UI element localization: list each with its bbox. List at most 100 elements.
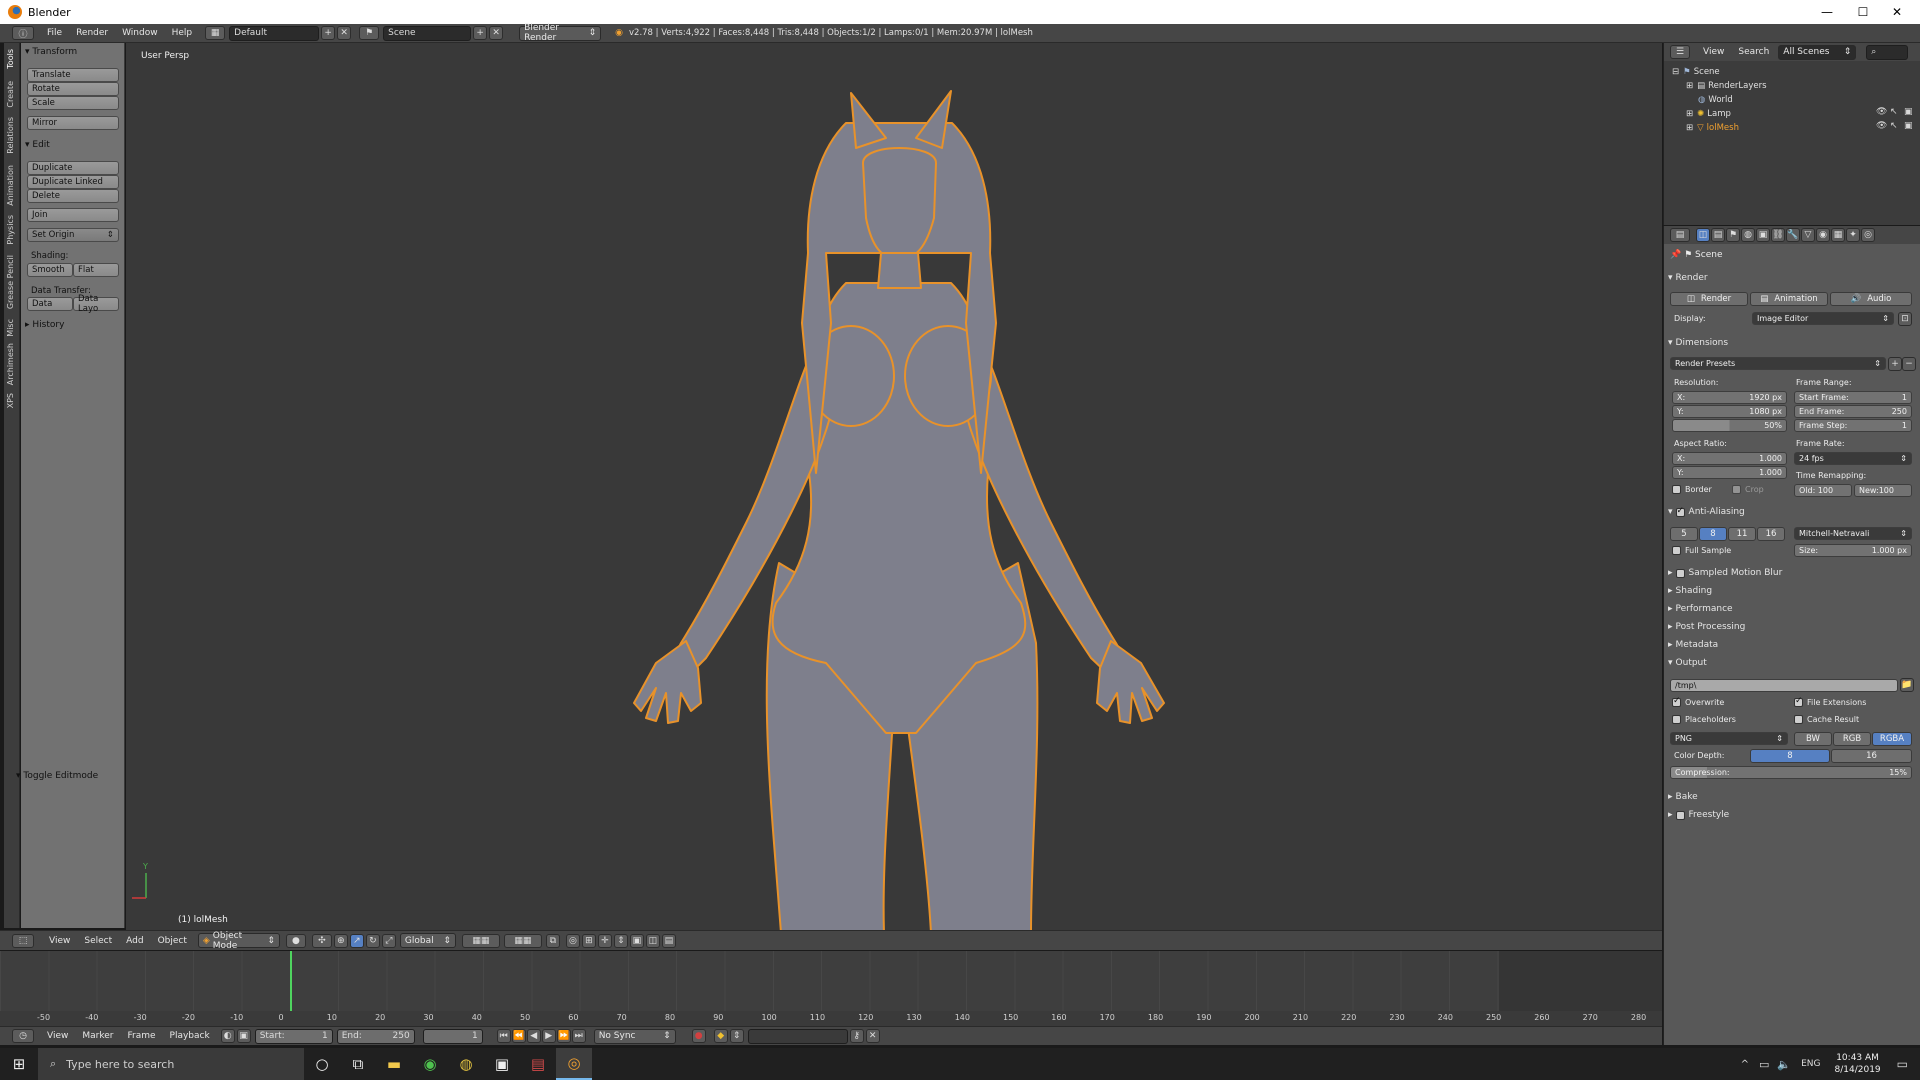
menu-render[interactable]: Render: [69, 28, 115, 38]
remove-preset-icon[interactable]: −: [1902, 357, 1916, 371]
anti-aliasing-panel-header[interactable]: ▾ Anti-Aliasing: [1668, 504, 1916, 520]
scale-manipulator-icon[interactable]: ⤢: [381, 933, 396, 948]
tab-xps[interactable]: XPS: [6, 393, 18, 408]
snap-toggle-icon[interactable]: ⇕: [613, 933, 628, 948]
output-panel-header[interactable]: ▾ Output: [1668, 655, 1916, 671]
render-camera-icon[interactable]: ◫: [645, 933, 660, 948]
bake-panel-header[interactable]: ▸ Bake: [1668, 789, 1916, 805]
frame-step-field[interactable]: Frame Step: 1: [1794, 419, 1912, 432]
output-path-field[interactable]: /tmp\: [1670, 679, 1898, 692]
join-button[interactable]: Join: [27, 208, 119, 222]
menu-window[interactable]: Window: [115, 28, 165, 38]
menu-help[interactable]: Help: [165, 28, 200, 38]
scene-field[interactable]: Scene: [383, 25, 472, 41]
aa-samples-5-button[interactable]: 5: [1670, 527, 1698, 541]
play-icon[interactable]: ▶: [541, 1029, 556, 1043]
render-tab-icon[interactable]: ◫: [1696, 228, 1710, 242]
start-frame-field[interactable]: Start Frame: 1: [1794, 391, 1912, 404]
keying-set-field[interactable]: [747, 1028, 848, 1044]
viewport-menu-select[interactable]: Select: [77, 936, 119, 946]
chrome-icon[interactable]: ◍: [448, 1048, 484, 1080]
aa-samples-16-button[interactable]: 16: [1757, 527, 1785, 541]
timeline-menu-frame[interactable]: Frame: [120, 1031, 162, 1041]
properties-editor-type-icon[interactable]: ▤: [1670, 228, 1690, 242]
crop-checkbox[interactable]: Crop: [1732, 485, 1764, 494]
resolution-y-field[interactable]: Y: 1080 px: [1672, 405, 1787, 418]
close-button[interactable]: ✕: [1874, 0, 1920, 24]
notification-icon[interactable]: ▭: [1897, 1057, 1908, 1071]
timeline-area[interactable]: -50 -40 -30 -20 -10 0 10 20 30 40 50 60 70 80 90 100 110…: [0, 951, 1662, 1026]
translate-button[interactable]: Translate: [27, 68, 119, 82]
color-mode-bw-button[interactable]: BW: [1794, 732, 1832, 746]
network-icon[interactable]: ▭: [1759, 1058, 1769, 1071]
edit-panel-header[interactable]: ▾ Edit: [25, 140, 50, 150]
transform-panel-header[interactable]: ▾ Transform: [25, 47, 77, 57]
scene-icon[interactable]: ⚑: [359, 26, 380, 40]
layers-grid-2-icon[interactable]: ▦▦: [503, 933, 542, 948]
duplicate-linked-button[interactable]: Duplicate Linked: [27, 175, 119, 189]
app-icon[interactable]: ▤: [520, 1048, 556, 1080]
green-app-icon[interactable]: ◉: [412, 1048, 448, 1080]
aa-filter-dropdown[interactable]: Mitchell-Netravali ⇕: [1794, 527, 1912, 540]
resolution-percentage-slider[interactable]: 50%: [1672, 419, 1787, 432]
object-mode-dropdown[interactable]: ◈ Object Mode ⇕: [197, 931, 280, 951]
preview-range-icon[interactable]: ◐: [220, 1029, 235, 1043]
frame-rate-dropdown[interactable]: 24 fps ⇕: [1794, 452, 1912, 465]
time-remap-new-field[interactable]: New:100: [1854, 484, 1912, 497]
render-button[interactable]: ◫ Render: [1670, 292, 1748, 306]
render-engine-dropdown[interactable]: Blender Render ⇕: [519, 23, 602, 43]
outliner-row-renderlayers[interactable]: ⊞ ▤ RenderLayers: [1686, 79, 1896, 93]
performance-panel-header[interactable]: ▸ Performance: [1668, 601, 1916, 617]
selectable-cursor-icon[interactable]: ↖: [1890, 121, 1898, 131]
record-icon[interactable]: ●: [691, 1029, 706, 1043]
motion-blur-checkbox[interactable]: [1675, 568, 1685, 578]
remove-layout-icon[interactable]: ✕: [337, 26, 352, 40]
render-anim-icon[interactable]: ▤: [661, 933, 676, 948]
display-dropdown[interactable]: Image Editor ⇕: [1752, 312, 1894, 325]
keying-set-icon[interactable]: ⇕: [729, 1029, 744, 1043]
color-depth-8-button[interactable]: 8: [1750, 749, 1830, 763]
render-panel-header[interactable]: ▾ Render: [1668, 270, 1916, 286]
3d-viewport[interactable]: User Persp Y (1) lolMesh: [126, 43, 1662, 930]
renderable-camera-icon[interactable]: ▣: [1904, 121, 1913, 131]
outliner-menu-view[interactable]: View: [1696, 47, 1731, 57]
opengl-render-icon[interactable]: ▣: [629, 933, 644, 948]
sync-dropdown[interactable]: No Sync ⇕: [593, 1028, 676, 1044]
current-frame-cursor[interactable]: [290, 951, 292, 1011]
render-presets-dropdown[interactable]: Render Presets ⇕: [1670, 357, 1886, 370]
screen-layout-icon[interactable]: ▦: [205, 26, 226, 40]
renderable-camera-icon[interactable]: ▣: [1904, 107, 1913, 117]
insert-key-icon[interactable]: ⚷: [849, 1029, 864, 1043]
screen-layout-field[interactable]: Default: [229, 25, 320, 41]
outliner-search-field[interactable]: ⌕: [1866, 44, 1909, 60]
flat-button[interactable]: Flat: [73, 263, 119, 277]
outliner-row-lolmesh[interactable]: ⊞ ▽ lolMesh: [1686, 121, 1896, 135]
tab-relations[interactable]: Relations: [6, 117, 18, 154]
toggle-editmode-panel[interactable]: ▾ Toggle Editmode: [16, 771, 98, 781]
metadata-panel-header[interactable]: ▸ Metadata: [1668, 637, 1916, 653]
lolmesh-model[interactable]: [633, 90, 1165, 930]
add-layout-icon[interactable]: +: [321, 26, 336, 40]
viewport-menu-view[interactable]: View: [42, 936, 77, 946]
lock-range-icon[interactable]: ▣: [236, 1029, 251, 1043]
selectable-cursor-icon[interactable]: ↖: [1890, 107, 1898, 117]
aa-samples-11-button[interactable]: 11: [1728, 527, 1756, 541]
menu-file[interactable]: File: [40, 28, 69, 38]
viewport-menu-add[interactable]: Add: [119, 936, 150, 946]
object-tab-icon[interactable]: ▣: [1756, 228, 1770, 242]
lock-interface-icon[interactable]: ⊡: [1898, 312, 1912, 326]
tab-grease-pencil[interactable]: Grease Pencil: [6, 255, 18, 309]
duplicate-button[interactable]: Duplicate: [27, 161, 119, 175]
pin-icon[interactable]: 📌: [1670, 250, 1681, 260]
visibility-eye-icon[interactable]: 👁: [1876, 121, 1887, 131]
tab-animation[interactable]: Animation: [6, 165, 18, 206]
snap-target-icon[interactable]: ✛: [597, 933, 612, 948]
freestyle-checkbox[interactable]: [1675, 810, 1685, 820]
constraints-tab-icon[interactable]: ⛓: [1771, 228, 1785, 242]
file-explorer-icon[interactable]: ▬: [376, 1048, 412, 1080]
language-indicator[interactable]: ENG: [1801, 1059, 1820, 1069]
remove-scene-icon[interactable]: ✕: [489, 26, 504, 40]
timeline-editor-type-icon[interactable]: ◷: [12, 1029, 34, 1043]
time-remap-old-field[interactable]: Old: 100: [1794, 484, 1852, 497]
blender-taskbar-icon[interactable]: ◎: [556, 1048, 592, 1080]
